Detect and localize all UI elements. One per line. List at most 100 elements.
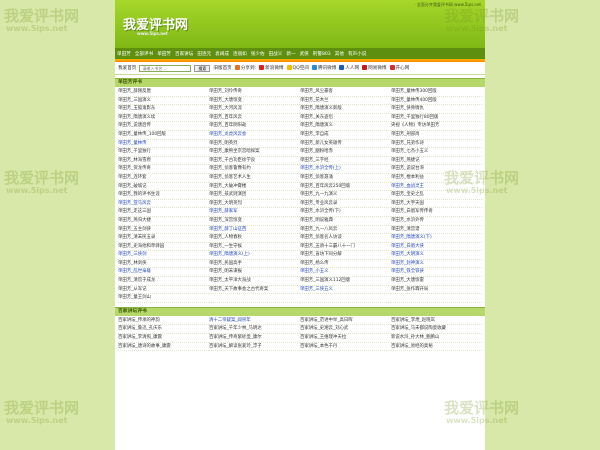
nav-item[interactable]: 单田芳 — [157, 51, 171, 57]
book-link[interactable]: 单田芳_专业风云录 — [300, 200, 391, 209]
book-link[interactable]: 单田芳_连环套 — [118, 174, 209, 183]
book-link[interactable]: 单田芳_三字经 — [300, 157, 391, 166]
book-link[interactable]: 单田芳_大唐惊雷 — [391, 277, 482, 286]
book-link[interactable]: 单田芳_清末民五录 — [118, 234, 209, 243]
book-link[interactable]: 单田芳_侦客艺术人生 — [209, 174, 300, 183]
book-link[interactable]: 单田芳_五骄十三霸八十一门 — [300, 243, 391, 252]
book-link[interactable]: 单田芳_童林传300回版 — [391, 88, 482, 97]
book-link[interactable]: 单田芳_水浒全传(上) — [300, 165, 391, 174]
book-link[interactable]: 单田芳_燕捷记 — [391, 157, 482, 166]
book-link[interactable]: 单田芳_从军记 — [118, 286, 209, 295]
book-link[interactable]: 单田芳_铁全铁侠 — [391, 268, 482, 278]
book-link[interactable]: 单田芳_关东盗侣 — [300, 114, 391, 123]
book-link[interactable]: 单田芳_李自成 — [300, 131, 391, 140]
book-link[interactable]: 单田芳_九一八风云 — [300, 226, 391, 235]
search-input[interactable] — [139, 64, 192, 72]
book-link[interactable]: 单田芳_走这三国 — [118, 208, 209, 217]
book-link[interactable]: 百家讲坛_马未都说陶瓷收藏 — [391, 325, 482, 335]
book-link[interactable]: 单田芳_破城记 — [118, 183, 209, 192]
book-link[interactable]: 单田芳_天下故事会之古代奇案 — [209, 286, 300, 295]
book-link[interactable]: 单田芳_大唐惊变 — [209, 97, 300, 106]
book-link[interactable]: 单田芳_大宇天国 — [391, 200, 482, 209]
book-link[interactable]: 单田芳_杨么传 — [300, 260, 391, 269]
book-link[interactable]: 单田芳_宝史之乱 — [391, 191, 482, 200]
book-link[interactable]: 单田芳_林海雪原 — [118, 157, 209, 166]
share-netease[interactable]: 网易微博 — [362, 65, 387, 71]
book-link[interactable]: 单田芳_民国高手 — [209, 260, 300, 269]
book-link[interactable]: 单田芳_薛丁山征西 — [209, 226, 300, 235]
home-link[interactable]: 我爱首页 — [118, 65, 136, 71]
nav-item[interactable]: 袁阔成 — [215, 51, 229, 57]
book-link[interactable]: 单田芳_明英烈 — [209, 140, 300, 149]
nav-item[interactable]: 全部评书 — [135, 51, 153, 57]
share-tencent[interactable]: 腾讯微博 — [311, 65, 336, 71]
book-link[interactable]: 百家讲坛_传承的神韵 — [118, 317, 209, 326]
book-link[interactable]: 单田芳_七杰小五义 — [391, 148, 482, 157]
book-link[interactable]: 单田芳_三侠五义 — [300, 286, 391, 295]
nav-item[interactable]: 百家讲坛 — [175, 51, 193, 57]
book-link[interactable]: 单田芳_隋唐演义(上) — [209, 251, 300, 260]
book-link[interactable]: 单田芳_百年阴阳劫 — [209, 122, 300, 131]
book-link[interactable]: 单田芳_大河风流 — [209, 105, 300, 114]
book-link[interactable]: 单田芳_林剑侠 — [118, 260, 209, 269]
book-link[interactable]: 百家讲坛_本色千丹 — [300, 343, 391, 352]
book-link[interactable]: 单田芳_隋唐演义新版 — [300, 105, 391, 114]
book-link[interactable]: 单田芳_大明英烈 — [209, 200, 300, 209]
book-link[interactable]: 单田芳_太平洋大海战 — [209, 277, 300, 286]
book-link[interactable]: 单田芳_薛刚反唐 — [118, 88, 209, 97]
book-link[interactable]: 百家讲坛_范进中举_高日晖 — [300, 317, 391, 326]
book-link[interactable]: 百家讲坛_史湘云_刘心武 — [300, 325, 391, 335]
book-link[interactable]: 单田芳_水浒外传 — [391, 217, 482, 226]
nav-item[interactable]: 新一 — [286, 51, 295, 57]
book-link[interactable]: 单田芳_亚马风云 — [118, 200, 209, 209]
nav-item[interactable]: 田战义 — [269, 51, 283, 57]
book-link[interactable]: 单田芳_清官于成龙 — [118, 277, 209, 286]
book-link[interactable]: 单田芳_薛家军 — [209, 208, 300, 217]
book-link[interactable]: 单田芳_九一九演义 — [300, 191, 391, 200]
book-link[interactable]: 单田芳_千里独行 — [118, 148, 209, 157]
book-link[interactable]: 单田芳_人物春秋 — [209, 234, 300, 243]
book-link[interactable]: 单田芳_侦客聂涌 — [300, 174, 391, 183]
book-link[interactable]: 单田芳_大破冲霄楼 — [209, 183, 300, 192]
book-link[interactable]: 单田芳_明末谍报 — [209, 268, 300, 278]
book-link[interactable]: 百家讲坛_传奇紫砂壶_康尔 — [209, 334, 300, 343]
book-link[interactable]: 单田芳_隋唐演义续 — [118, 114, 209, 123]
book-link[interactable]: 单田芳_孩武则演团 — [209, 191, 300, 200]
book-link[interactable]: 单田芳_史海他和草驿园 — [118, 243, 209, 252]
book-link[interactable]: 单田芳_白眉大侠 — [391, 243, 482, 252]
book-link[interactable]: 百家讲坛_唐诗的故事_康震 — [118, 343, 209, 352]
book-link[interactable]: 单田芳_新儿女英雄传 — [300, 140, 391, 149]
book-link[interactable]: 单田芳_侦客鲁豫有约 — [209, 165, 300, 174]
book-link[interactable]: 单田芳_玉狐鬼影东 — [118, 105, 209, 114]
book-link[interactable]: 百家讲坛_鲁迅_孔庆东 — [118, 325, 209, 335]
nav-item[interactable]: 单田芳 — [117, 51, 131, 57]
book-link[interactable]: 单田芳_童王剑山 — [118, 294, 209, 303]
book-link[interactable]: 单田芳_龙虎风云会 — [209, 131, 300, 140]
book-link[interactable]: 单田芳_白眉军传传奇 — [391, 208, 482, 217]
book-link[interactable]: 单田芳_五主剑侠 — [118, 226, 209, 235]
book-link[interactable]: 百家讲坛_易经的奥秘 — [391, 343, 482, 352]
book-link[interactable]: 单田芳_花木兰 — [300, 97, 391, 106]
book-link[interactable]: 单田芳_小五义 — [300, 268, 391, 278]
book-link[interactable]: 单田芳_百年风云250回版 — [300, 183, 391, 192]
share-qq[interactable]: QQ空间 — [286, 65, 309, 71]
old-home-link[interactable]: 旧版首页 — [213, 65, 231, 71]
book-link[interactable]: 单田芳_童林传_100回版 — [118, 131, 209, 140]
book-link[interactable]: 单田芳_说唐后传 — [118, 122, 209, 131]
search-button[interactable]: 搜索 — [194, 64, 211, 72]
book-link[interactable]: 单田芳_一生守候 — [209, 243, 300, 252]
nav-item[interactable]: 其他 — [335, 51, 344, 57]
book-link[interactable]: 单田芳_侦客名人访谈 — [300, 234, 391, 243]
book-link[interactable]: 单田芳_水浒全传(下) — [300, 208, 391, 217]
book-link[interactable]: 单田芳_深宫惊变 — [209, 217, 300, 226]
book-link[interactable]: 百家讲坛_解读张爱玲_浮子 — [209, 343, 300, 352]
book-link[interactable]: 单田芳_胭粉哈赤 — [300, 148, 391, 157]
share-renren[interactable]: 人人网 — [339, 65, 359, 71]
book-link[interactable]: 单田芳_童林传 — [118, 140, 209, 149]
book-link[interactable]: 单田芳_明说雅典 — [300, 217, 391, 226]
book-link[interactable]: 百家讲坛_王维理冲天拉 — [300, 334, 391, 343]
site-logo[interactable]: 我爱评书网 www.5ips.net — [123, 14, 188, 36]
nav-item[interactable]: 田连元 — [197, 51, 211, 57]
book-link[interactable]: 单田芳_侠骨情仇 — [391, 105, 482, 114]
nav-item[interactable]: 武侠 — [300, 51, 309, 57]
